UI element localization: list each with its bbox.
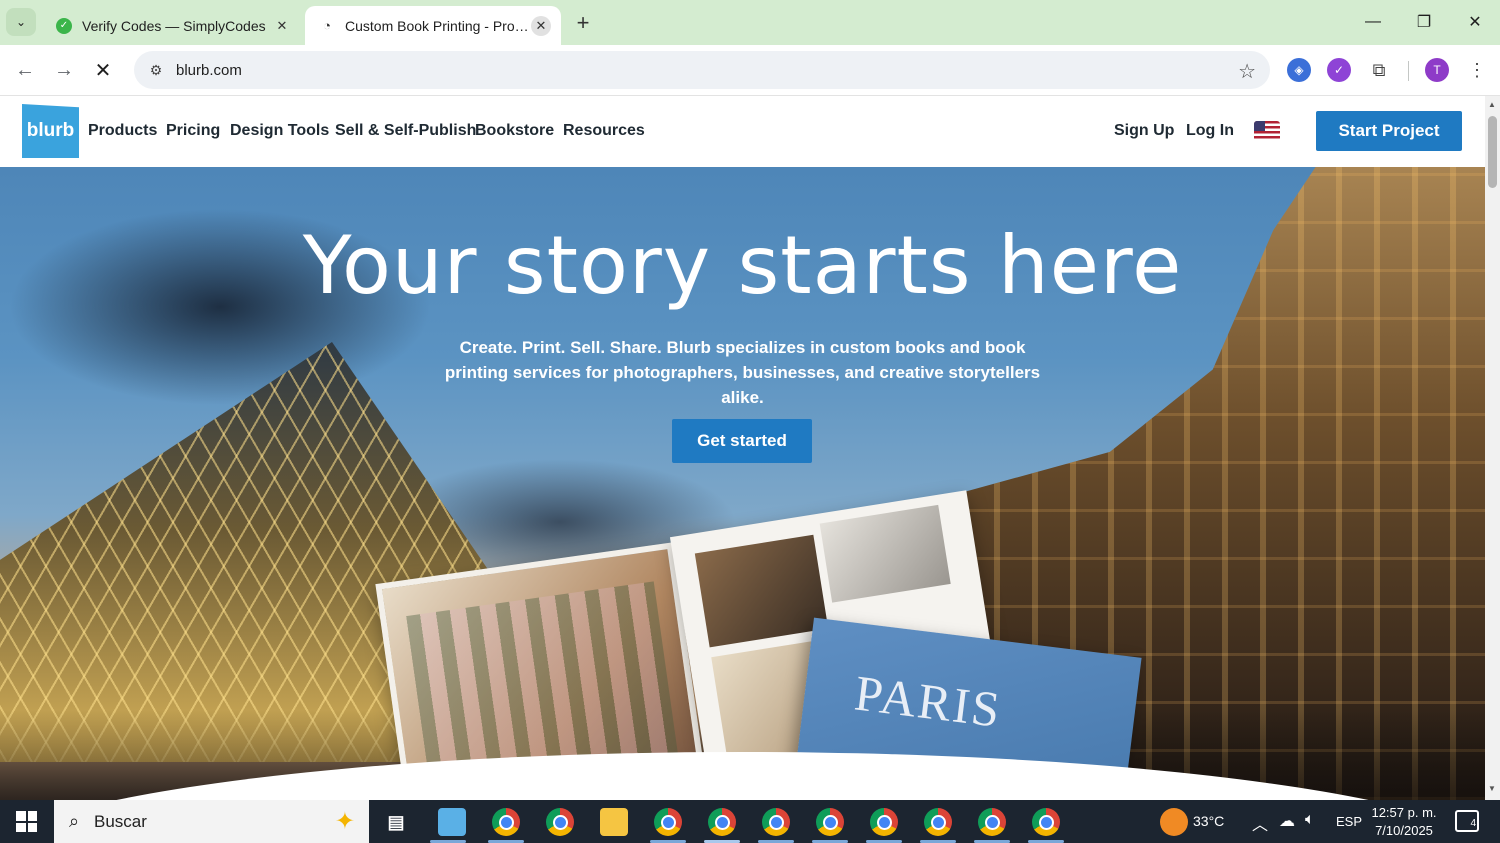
chrome-profile-4-icon[interactable] [708, 808, 736, 836]
browser-toolbar: ← → ✕ ⚙ blurb.com ☆ ◈ ✓ ⧉ T ⋮ [0, 45, 1500, 96]
scroll-up-arrow-icon[interactable]: ▲ [1488, 100, 1496, 109]
chrome-profile-5-icon[interactable] [762, 808, 790, 836]
sign-up-link[interactable]: Sign Up [1114, 122, 1174, 140]
site-settings-icon[interactable]: ⚙ [140, 62, 172, 79]
copilot-sparkle-icon[interactable]: ✦ [335, 807, 355, 836]
shield-extension-icon[interactable]: ◈ [1287, 58, 1311, 82]
tab-search-dropdown-icon[interactable]: ⌄ [6, 8, 36, 36]
log-in-link[interactable]: Log In [1186, 122, 1234, 140]
temperature-text[interactable]: 33°C [1193, 813, 1224, 829]
hero-section: PARIS Your story starts here Create. Pri… [0, 167, 1485, 800]
browser-tab-bar: ⌄ ✓ Verify Codes — SimplyCodes ✕ ◔ Custo… [0, 0, 1500, 45]
file-explorer-icon[interactable] [600, 808, 628, 836]
volume-icon[interactable]: 🔈︎ [1305, 811, 1315, 829]
restore-icon[interactable]: ❐ [1401, 8, 1447, 36]
bookmark-star-icon[interactable]: ☆ [1238, 59, 1256, 84]
page-scrollbar[interactable]: ▲ ▼ [1485, 96, 1500, 800]
chrome-profile-7-icon[interactable] [870, 808, 898, 836]
nav-pricing[interactable]: Pricing [166, 122, 220, 140]
site-header: blurb Products Pricing Design Tools Sell… [0, 96, 1485, 167]
weather-icon[interactable] [1160, 808, 1188, 836]
close-tab-icon[interactable]: ✕ [272, 16, 292, 36]
hero-subtitle: Create. Print. Sell. Share. Blurb specia… [444, 338, 1041, 407]
onedrive-cloud-icon[interactable]: ☁ [1279, 811, 1295, 831]
blurb-logo[interactable]: blurb [22, 104, 79, 158]
search-icon: ⌕ [68, 811, 80, 831]
nav-products[interactable]: Products [88, 122, 157, 140]
clock-time: 12:57 p. m. [1371, 805, 1437, 820]
chrome-profile-9-icon[interactable] [978, 808, 1006, 836]
chrome-profile-1-icon[interactable] [492, 808, 520, 836]
tab-title: Custom Book Printing - Profess [345, 17, 531, 34]
us-flag-icon[interactable] [1254, 121, 1280, 141]
close-window-icon[interactable]: ✕ [1452, 8, 1498, 36]
windows-taskbar: ⌕ Buscar ✦ ▤ 33°C ︿ ☁ 🔈︎ ESP 12:57 p. m.… [0, 800, 1500, 843]
nav-design-tools[interactable]: Design Tools [230, 122, 329, 140]
scrollbar-thumb[interactable] [1488, 116, 1497, 188]
paris-book-title: PARIS [851, 664, 1005, 738]
address-bar[interactable]: ⚙ blurb.com ☆ [134, 51, 1270, 89]
nav-sell-self-publish[interactable]: Sell & Self-Publish [335, 122, 476, 140]
system-clock[interactable]: 12:57 p. m. 7/10/2025 [1366, 804, 1442, 840]
notification-center-icon[interactable]: 4 [1455, 810, 1479, 832]
back-arrow-icon[interactable]: ← [10, 55, 40, 85]
search-placeholder: Buscar [94, 811, 147, 831]
tab-blurb[interactable]: ◔ Custom Book Printing - Profess ✕ [305, 6, 561, 45]
toolbar-divider [1408, 61, 1409, 81]
simplycodes-favicon-icon: ✓ [56, 17, 72, 34]
simplycodes-extension-icon[interactable]: ✓ [1327, 58, 1351, 82]
taskbar-search-box[interactable]: ⌕ Buscar ✦ [54, 800, 369, 843]
blurb-favicon-icon: ◔ [323, 18, 331, 33]
menu-kebab-icon[interactable]: ⋮ [1465, 58, 1489, 82]
get-started-button[interactable]: Get started [672, 419, 812, 463]
hero-title: Your story starts here [302, 219, 1183, 312]
chrome-profile-3-icon[interactable] [654, 808, 682, 836]
url-text[interactable]: blurb.com [176, 62, 242, 79]
nav-bookstore[interactable]: Bookstore [475, 122, 554, 140]
chrome-profile-6-icon[interactable] [816, 808, 844, 836]
start-project-button[interactable]: Start Project [1316, 111, 1462, 151]
chrome-profile-2-icon[interactable] [546, 808, 574, 836]
nav-resources[interactable]: Resources [563, 122, 645, 140]
show-hidden-icons-chevron-icon[interactable]: ︿ [1252, 811, 1268, 835]
extensions-puzzle-icon[interactable]: ⧉ [1367, 58, 1391, 82]
clock-date: 7/10/2025 [1375, 823, 1433, 838]
stop-loading-icon[interactable]: ✕ [88, 55, 118, 85]
tab-title: Verify Codes — SimplyCodes [82, 17, 266, 34]
page-viewport: blurb Products Pricing Design Tools Sell… [0, 96, 1485, 800]
forward-arrow-icon[interactable]: → [49, 55, 79, 85]
notification-count: 4 [1470, 818, 1476, 829]
chrome-profile-10-icon[interactable] [1032, 808, 1060, 836]
language-indicator[interactable]: ESP [1336, 814, 1362, 829]
chrome-profile-8-icon[interactable] [924, 808, 952, 836]
new-tab-plus-icon[interactable]: + [570, 10, 596, 36]
windows-start-icon[interactable] [16, 811, 37, 832]
task-view-icon[interactable]: ▤ [382, 808, 410, 836]
minimize-icon[interactable]: — [1350, 8, 1396, 36]
scroll-down-arrow-icon[interactable]: ▼ [1488, 784, 1496, 793]
close-tab-icon[interactable]: ✕ [531, 15, 551, 36]
profile-avatar[interactable]: T [1425, 58, 1449, 82]
tab-simplycodes[interactable]: ✓ Verify Codes — SimplyCodes ✕ [42, 6, 302, 45]
notepad-app-icon[interactable] [438, 808, 466, 836]
